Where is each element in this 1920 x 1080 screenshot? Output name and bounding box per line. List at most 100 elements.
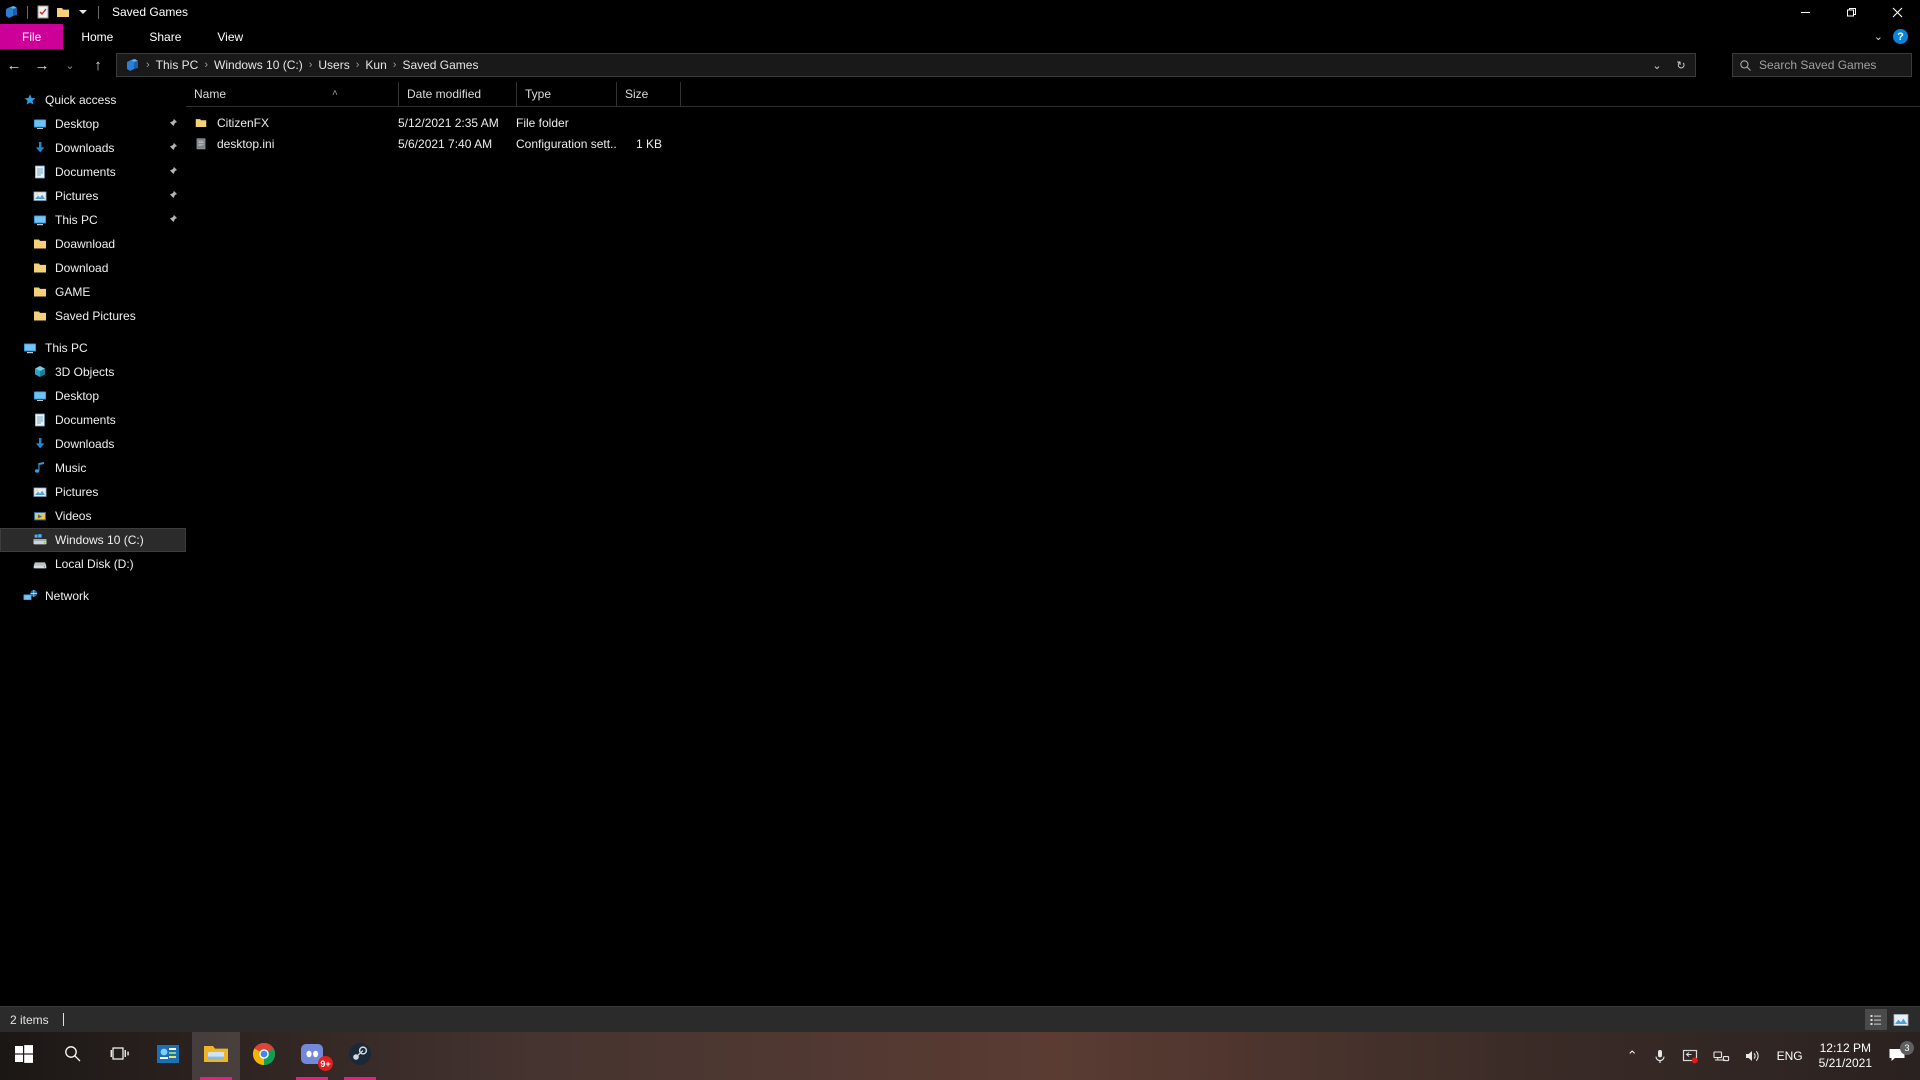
forward-button[interactable]: → — [28, 49, 56, 81]
sidebar-item-downloads-qa[interactable]: Downloads — [0, 136, 186, 160]
desktop-icon — [32, 388, 48, 404]
star-icon — [22, 92, 38, 108]
sidebar-item-pictures-qa[interactable]: Pictures — [0, 184, 186, 208]
sidebar-item-pictures[interactable]: Pictures — [0, 480, 186, 504]
sidebar-item-label: Downloads — [55, 141, 114, 155]
file-type-cell: File folder — [516, 116, 616, 130]
column-header-date-modified[interactable]: Date modified — [398, 82, 516, 106]
details-view-icon[interactable] — [1865, 1009, 1887, 1030]
refresh-icon[interactable]: ↻ — [1669, 54, 1693, 76]
chrome-icon — [252, 1042, 276, 1071]
sidebar-item-windows-c-drive[interactable]: Windows 10 (C:) — [0, 528, 186, 552]
volume-icon[interactable] — [1737, 1048, 1769, 1064]
sidebar-item-saved-pictures[interactable]: Saved Pictures — [0, 304, 186, 328]
store-app-button[interactable] — [144, 1032, 192, 1080]
file-list-view[interactable]: Name ˄ Date modified Type Size CitizenFX… — [186, 81, 1920, 1018]
screen-capture-icon[interactable] — [1675, 1048, 1706, 1065]
pin-icon[interactable] — [168, 166, 178, 179]
notification-center-button[interactable]: 3 — [1880, 1047, 1920, 1065]
clock[interactable]: 12:12 PM 5/21/2021 — [1811, 1041, 1880, 1071]
ini-file-icon — [194, 137, 208, 151]
search-box[interactable]: Search Saved Games — [1732, 53, 1912, 77]
sidebar-item-game[interactable]: GAME — [0, 280, 186, 304]
show-hidden-icons-chevron[interactable]: ⌃ — [1620, 1048, 1645, 1064]
sidebar-item-label: Pictures — [55, 485, 98, 499]
sidebar-item-label: 3D Objects — [55, 365, 114, 379]
sidebar-item-local-disk-d[interactable]: Local Disk (D:) — [0, 552, 186, 576]
pin-icon[interactable] — [168, 190, 178, 203]
task-view-button[interactable] — [96, 1032, 144, 1080]
microphone-icon[interactable] — [1645, 1048, 1675, 1065]
column-header-name[interactable]: Name ˄ — [186, 82, 398, 106]
address-bar-row: ← → ⌄ ↑ › This PC › Windows 10 (C:) › Us… — [0, 49, 1920, 81]
table-row[interactable]: CitizenFX 5/12/2021 2:35 AM File folder — [186, 112, 1920, 133]
customize-qat-dropdown-icon[interactable] — [75, 4, 91, 20]
sidebar-item-label: Desktop — [55, 117, 99, 131]
network-icon[interactable] — [1706, 1048, 1737, 1064]
tab-share[interactable]: Share — [131, 24, 199, 49]
file-name-cell[interactable]: CitizenFX — [186, 116, 398, 130]
file-name-label: CitizenFX — [217, 116, 269, 130]
language-indicator[interactable]: ENG — [1769, 1049, 1811, 1063]
table-row[interactable]: desktop.ini 5/6/2021 7:40 AM Configurati… — [186, 133, 1920, 154]
sidebar-group-quick-access[interactable]: Quick access — [0, 88, 186, 112]
minimize-button[interactable] — [1782, 0, 1828, 24]
breadcrumb-item-this-pc[interactable]: This PC — [151, 58, 204, 72]
sidebar-item-label: Documents — [55, 165, 116, 179]
file-date-cell: 5/6/2021 7:40 AM — [398, 137, 516, 151]
sidebar-item-documents-qa[interactable]: Documents — [0, 160, 186, 184]
navigation-pane[interactable]: Quick access Desktop Downloads — [0, 88, 186, 1018]
address-bar[interactable]: › This PC › Windows 10 (C:) › Users › Ku… — [116, 53, 1696, 77]
sidebar-item-label: Documents — [55, 413, 116, 427]
back-button[interactable]: ← — [0, 49, 28, 81]
sidebar-item-desktop[interactable]: Desktop — [0, 384, 186, 408]
pin-icon[interactable] — [168, 118, 178, 131]
tab-file[interactable]: File — [0, 24, 63, 49]
sidebar-item-this-pc-qa[interactable]: This PC — [0, 208, 186, 232]
column-header-name-label: Name — [194, 87, 226, 101]
help-icon[interactable]: ? — [1893, 29, 1908, 44]
column-header-type[interactable]: Type — [516, 82, 616, 106]
sidebar-item-3d-objects[interactable]: 3D Objects — [0, 360, 186, 384]
sidebar-item-label: Pictures — [55, 189, 98, 203]
properties-icon[interactable] — [35, 4, 51, 20]
sidebar-item-documents[interactable]: Documents — [0, 408, 186, 432]
steam-taskbar-button[interactable] — [336, 1032, 384, 1080]
file-type-cell: Configuration sett... — [516, 137, 616, 151]
start-button[interactable] — [0, 1032, 48, 1080]
expand-ribbon-icon[interactable]: ⌄ — [1874, 30, 1883, 43]
sidebar-item-downloads[interactable]: Downloads — [0, 432, 186, 456]
tab-home[interactable]: Home — [63, 24, 131, 49]
chrome-taskbar-button[interactable] — [240, 1032, 288, 1080]
breadcrumb-item-windows-c[interactable]: Windows 10 (C:) — [209, 58, 308, 72]
breadcrumb-item-kun[interactable]: Kun — [360, 58, 391, 72]
sort-ascending-icon: ˄ — [332, 82, 338, 106]
tab-view[interactable]: View — [199, 24, 261, 49]
sidebar-item-download[interactable]: Download — [0, 256, 186, 280]
sidebar-item-videos[interactable]: Videos — [0, 504, 186, 528]
column-header-size[interactable]: Size — [616, 82, 680, 106]
drive-windows-icon — [32, 532, 48, 548]
sidebar-group-network[interactable]: Network — [0, 584, 186, 608]
maximize-restore-button[interactable] — [1828, 0, 1874, 24]
drive-icon — [32, 556, 48, 572]
breadcrumb-item-users[interactable]: Users — [313, 58, 354, 72]
pin-icon[interactable] — [168, 214, 178, 227]
sidebar-item-doawnload[interactable]: Doawnload — [0, 232, 186, 256]
up-button[interactable]: ↑ — [84, 49, 112, 81]
sidebar-item-desktop-qa[interactable]: Desktop — [0, 112, 186, 136]
address-dropdown-icon[interactable]: ⌄ — [1645, 54, 1669, 76]
file-explorer-taskbar-button[interactable] — [192, 1032, 240, 1080]
sidebar-group-this-pc[interactable]: This PC — [0, 336, 186, 360]
close-button[interactable] — [1874, 0, 1920, 24]
discord-taskbar-button[interactable]: 9+ — [288, 1032, 336, 1080]
recent-locations-button[interactable]: ⌄ — [56, 49, 84, 81]
search-button[interactable] — [48, 1032, 96, 1080]
new-folder-icon[interactable] — [55, 4, 71, 20]
column-header-extra[interactable] — [680, 82, 710, 106]
large-icons-view-icon[interactable] — [1890, 1009, 1912, 1030]
sidebar-item-music[interactable]: Music — [0, 456, 186, 480]
pin-icon[interactable] — [168, 142, 178, 155]
file-name-cell[interactable]: desktop.ini — [186, 137, 398, 151]
breadcrumb-item-saved-games[interactable]: Saved Games — [397, 58, 483, 72]
